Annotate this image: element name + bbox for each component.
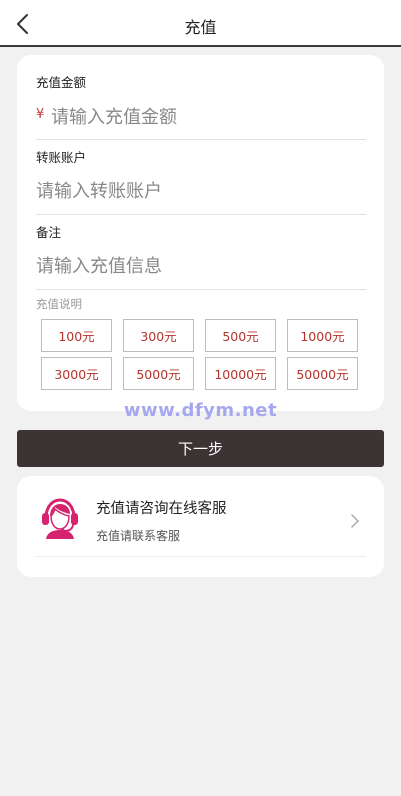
amount-option-3000[interactable]: 3000元	[41, 357, 112, 390]
note-label: 备注	[36, 225, 62, 240]
service-title: 充值请咨询在线客服	[96, 501, 227, 517]
next-step-button[interactable]: 下一步	[17, 430, 384, 467]
page-title: 充值	[184, 18, 217, 37]
amount-option-5000[interactable]: 5000元	[123, 357, 194, 390]
amount-input[interactable]	[51, 98, 366, 136]
amount-option-300[interactable]: 300元	[123, 319, 194, 352]
amount-option-50000[interactable]: 50000元	[287, 357, 358, 390]
account-input[interactable]	[36, 172, 366, 210]
divider	[36, 214, 366, 215]
currency-symbol: ¥	[36, 107, 45, 122]
description-label: 充值说明	[36, 297, 82, 311]
divider	[36, 289, 366, 290]
amount-option-10000[interactable]: 10000元	[205, 357, 276, 390]
amount-label: 充值金额	[36, 75, 87, 90]
service-subtitle: 充值请联系客服	[96, 529, 181, 543]
note-input[interactable]	[36, 247, 366, 285]
amount-option-1000[interactable]: 1000元	[287, 319, 358, 352]
chevron-right-icon	[350, 513, 360, 529]
customer-service-card[interactable]: 充值请咨询在线客服 充值请联系客服	[17, 476, 384, 577]
divider	[36, 139, 366, 140]
divider	[36, 556, 366, 557]
amount-options: 100元 300元 500元 1000元 3000元 5000元 10000元 …	[41, 319, 359, 390]
amount-option-100[interactable]: 100元	[41, 319, 112, 352]
customer-service-icon	[40, 496, 80, 540]
account-label: 转账账户	[36, 150, 87, 165]
amount-option-500[interactable]: 500元	[205, 319, 276, 352]
watermark: www.dfym.net	[123, 400, 278, 421]
recharge-form-card: 充值金额 ¥ 转账账户 备注 充值说明 100元 300元 500元 1000元…	[17, 55, 384, 411]
top-bar: 充值	[0, 0, 401, 47]
